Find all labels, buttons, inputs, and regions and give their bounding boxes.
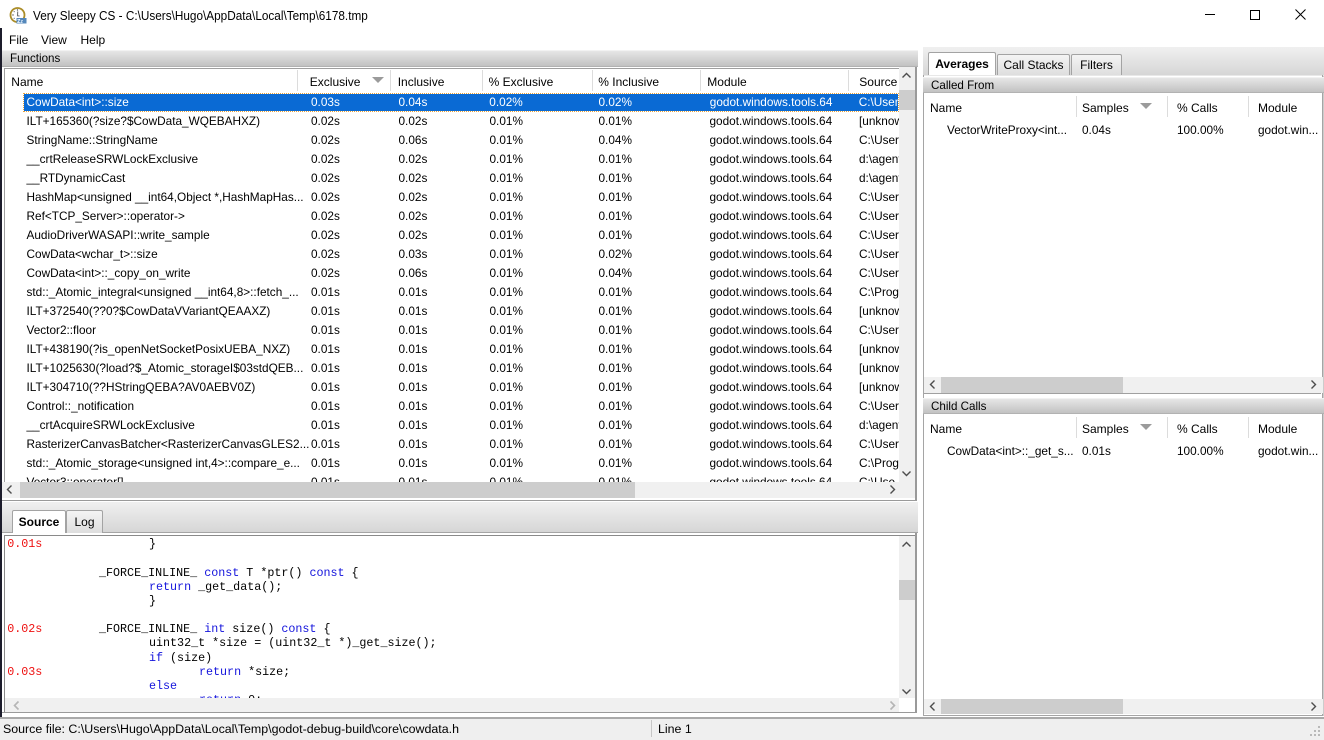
svg-text:zz: zz <box>17 18 24 24</box>
